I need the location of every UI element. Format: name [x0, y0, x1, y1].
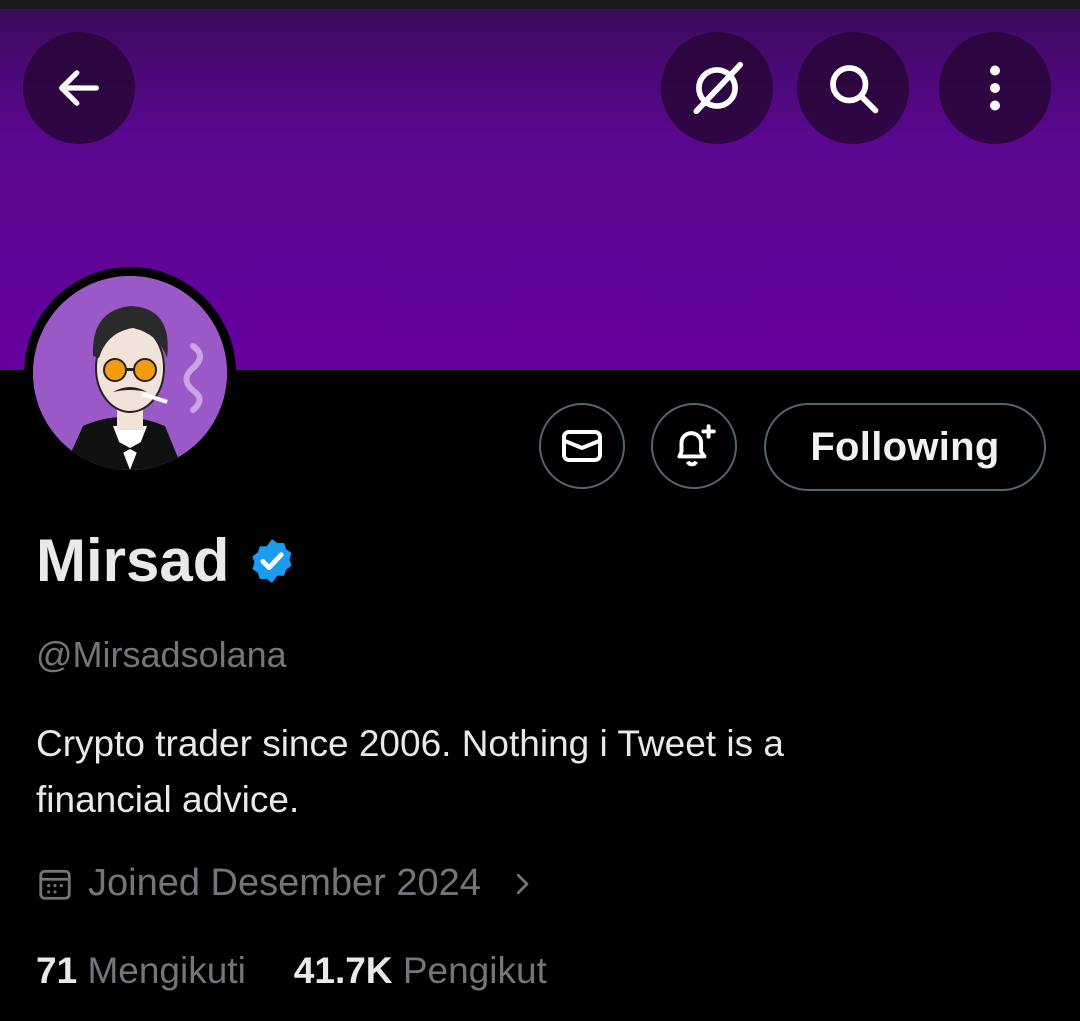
profile-avatar[interactable]: [24, 267, 236, 479]
profile-bio: Crypto trader since 2006. Nothing i Twee…: [36, 716, 1036, 828]
arrow-left-icon: [59, 70, 99, 106]
following-count: 71: [36, 950, 78, 991]
grok-button[interactable]: [661, 32, 773, 144]
followers-label: Pengikut: [402, 950, 547, 991]
avatar: [33, 276, 227, 470]
profile-name: Mirsad: [36, 527, 230, 594]
bio-line: Crypto trader since 2006. Nothing i Twee…: [36, 723, 784, 764]
more-options-button[interactable]: [939, 32, 1051, 144]
bio-line: financial advice.: [36, 779, 300, 820]
verified-badge-icon: [252, 538, 292, 583]
calendar-icon: [39, 869, 71, 900]
followers-count: 41.7K: [293, 950, 393, 991]
following-label: Mengikuti: [87, 950, 246, 991]
search-button[interactable]: [797, 32, 909, 144]
bell-plus-icon: [677, 424, 716, 467]
back-button[interactable]: [23, 32, 135, 144]
profile-name-row: Mirsad: [36, 526, 297, 595]
envelope-icon: [562, 430, 602, 462]
following-stat[interactable]: 71 Mengikuti: [36, 950, 246, 992]
search-icon: [830, 65, 879, 114]
avatar-illustration: [33, 276, 227, 470]
grok-icon: [693, 61, 744, 115]
following-button[interactable]: Following: [764, 403, 1046, 491]
followers-stat[interactable]: 41.7K Pengikut: [294, 950, 547, 992]
status-strip: [0, 0, 1080, 9]
follow-stats: 71 Mengikuti 41.7K Pengikut: [36, 950, 547, 992]
profile-handle: @Mirsadsolana: [36, 634, 287, 675]
more-vertical-icon: [990, 65, 1000, 111]
chevron-right-icon: [516, 873, 529, 894]
message-button[interactable]: [539, 403, 625, 489]
notifications-button[interactable]: [651, 403, 737, 489]
joined-date-row[interactable]: Joined Desember 2024: [36, 862, 537, 905]
joined-date: Joined Desember 2024: [88, 862, 481, 904]
